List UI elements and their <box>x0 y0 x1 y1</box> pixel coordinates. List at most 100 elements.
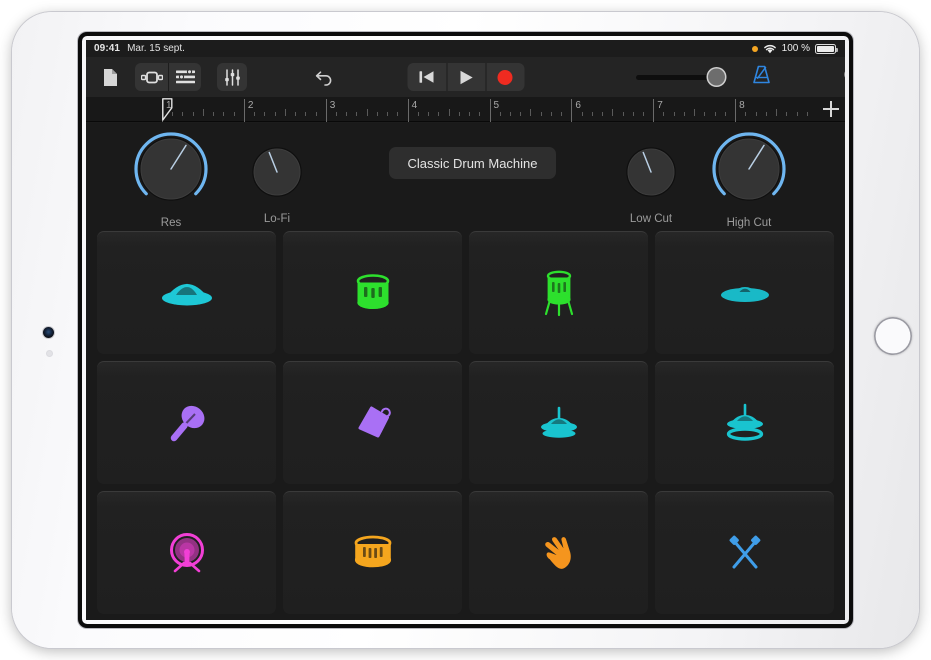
ruler-tick <box>285 109 286 116</box>
crash-cymbal-icon <box>160 276 214 310</box>
ruler-tick <box>602 112 603 116</box>
ruler-bar-number: 7 <box>657 100 663 111</box>
closed-hihat-pad[interactable] <box>469 361 648 484</box>
ruler-bar-number: 2 <box>248 100 254 111</box>
ruler-bar-number: 5 <box>494 100 500 111</box>
ruler-tick <box>776 109 777 116</box>
ruler-bars: 12345678 <box>162 97 817 121</box>
ruler-tick <box>203 109 204 116</box>
ruler-tick <box>643 112 644 116</box>
ruler-tick <box>356 112 357 116</box>
ruler-tick <box>797 112 798 116</box>
ruler-tick <box>582 112 583 116</box>
knob-label: Lo-Fi <box>246 213 308 225</box>
record-icon[interactable] <box>485 63 524 91</box>
knob-dial[interactable] <box>133 131 209 207</box>
knob-high-cut[interactable]: High Cut <box>711 131 787 229</box>
sticks-pad[interactable] <box>655 491 834 614</box>
ruler-tick <box>264 112 265 116</box>
ride-cymbal-pad[interactable] <box>655 231 834 354</box>
ruler-tick <box>756 112 757 116</box>
ruler-tick <box>254 112 255 116</box>
ruler-tick <box>674 112 675 116</box>
cowbell-icon <box>352 403 394 443</box>
preset-name-button[interactable]: Classic Drum Machine <box>389 147 556 179</box>
playhead-marker[interactable] <box>162 98 173 121</box>
ruler-bar-mark: 5 <box>490 99 491 122</box>
ruler-tick <box>213 112 214 116</box>
ruler-tick <box>704 112 705 116</box>
clap-pad[interactable] <box>469 491 648 614</box>
knob-dial[interactable] <box>246 141 308 203</box>
floor-tom-pad[interactable] <box>469 231 648 354</box>
ruler-tick <box>510 112 511 116</box>
toolbar: ? <box>86 57 845 97</box>
drum-pad-grid <box>97 231 834 614</box>
ruler-tick <box>295 112 296 116</box>
ruler-tick <box>530 109 531 116</box>
ruler-tick <box>745 112 746 116</box>
ruler-bar-number: 8 <box>739 100 745 111</box>
ambient-light-sensor <box>47 351 52 356</box>
kick-drum-pad[interactable] <box>97 491 276 614</box>
mixer-sliders-icon[interactable] <box>217 63 247 91</box>
wifi-icon <box>763 43 777 54</box>
knob-lo-fi[interactable]: Lo-Fi <box>246 141 308 225</box>
snare-drum-pad[interactable] <box>283 491 462 614</box>
ruler-tick <box>766 112 767 116</box>
settings-gear-icon[interactable] <box>843 64 845 90</box>
ruler-tick <box>623 112 624 116</box>
ruler-bar-mark: 8 <box>735 99 736 122</box>
play-icon[interactable] <box>446 63 485 91</box>
ruler-tick <box>377 112 378 116</box>
timeline-ruler[interactable]: 12345678 <box>86 97 845 122</box>
knob-label: High Cut <box>711 217 787 229</box>
ruler-tick <box>418 112 419 116</box>
tracks-view-icon[interactable] <box>168 63 201 91</box>
ruler-tick <box>684 112 685 116</box>
volume-slider-knob[interactable] <box>708 69 725 86</box>
home-button[interactable] <box>874 317 912 355</box>
metronome-icon[interactable] <box>751 64 772 90</box>
battery-icon <box>815 44 836 54</box>
tom-drum-pad[interactable] <box>283 231 462 354</box>
drum-pads-instrument: Res Lo-Fi Low Cut <box>86 123 845 620</box>
ruler-bar-mark: 4 <box>408 99 409 122</box>
instrument-view-icon[interactable] <box>135 63 168 91</box>
clap-hand-icon <box>540 535 578 571</box>
rewind-icon[interactable] <box>407 63 446 91</box>
knob-low-cut[interactable]: Low Cut <box>620 141 682 225</box>
add-track-button[interactable] <box>822 100 840 118</box>
ruler-tick <box>182 112 183 116</box>
document-icon[interactable] <box>95 64 125 91</box>
knob-label: Res <box>133 217 209 229</box>
ruler-bar-mark: 3 <box>326 99 327 122</box>
ruler-tick <box>592 112 593 116</box>
front-camera <box>43 327 54 338</box>
ruler-tick <box>469 112 470 116</box>
crash-cymbal-pad[interactable] <box>97 231 276 354</box>
floor-tom-icon <box>542 269 576 317</box>
ruler-tick <box>694 109 695 116</box>
ruler-tick <box>612 109 613 116</box>
snare-drum-icon <box>351 535 395 571</box>
knob-res[interactable]: Res <box>133 131 209 229</box>
ruler-tick <box>193 112 194 116</box>
ruler-tick <box>397 112 398 116</box>
master-volume-slider[interactable] <box>636 75 722 80</box>
undo-icon[interactable] <box>309 64 339 91</box>
status-time: 09:41 <box>94 43 120 54</box>
ruler-tick <box>541 112 542 116</box>
maraca-shaker-icon <box>167 402 207 444</box>
knob-dial[interactable] <box>711 131 787 207</box>
drumsticks-icon <box>725 534 765 572</box>
tom-drum-icon <box>353 272 393 314</box>
cowbell-pad[interactable] <box>283 361 462 484</box>
shaker-pad[interactable] <box>97 361 276 484</box>
open-hihat-pad[interactable] <box>655 361 834 484</box>
recording-indicator-dot <box>752 46 758 52</box>
ruler-bar-number: 6 <box>575 100 581 111</box>
knob-dial[interactable] <box>620 141 682 203</box>
ruler-tick <box>663 112 664 116</box>
ruler-tick <box>275 112 276 116</box>
